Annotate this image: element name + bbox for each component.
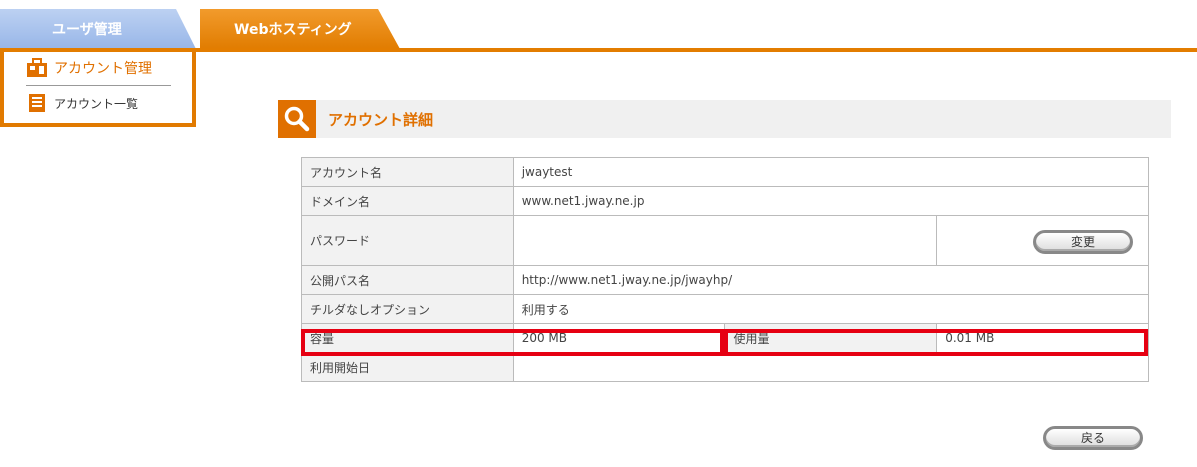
- tab-label: Webホスティング: [234, 22, 352, 38]
- start-date-value: [512, 352, 1150, 382]
- start-date-label: 利用開始日: [301, 352, 514, 382]
- tilde-option-label: チルダなしオプション: [301, 294, 514, 324]
- briefcase-icon: [26, 58, 48, 78]
- tab-user-management[interactable]: ユーザ管理: [0, 9, 196, 49]
- domain-label: ドメイン名: [301, 186, 514, 216]
- tilde-option-value: 利用する: [512, 294, 1150, 324]
- account-name-label: アカウント名: [301, 157, 514, 187]
- table-row: アカウント名 jwaytest: [301, 157, 1150, 187]
- list-icon: [26, 93, 48, 113]
- sidebar: アカウント管理 アカウント一覧: [0, 52, 196, 127]
- back-button[interactable]: 戻る: [1043, 426, 1143, 450]
- tab-bar: ユーザ管理 Webホスティング: [0, 0, 1197, 52]
- public-path-label: 公開パス名: [301, 265, 514, 295]
- tab-label: ユーザ管理: [52, 22, 122, 38]
- table-row: チルダなしオプション 利用する: [301, 294, 1150, 324]
- password-value: [512, 215, 938, 266]
- sidebar-heading-label: アカウント管理: [54, 61, 152, 77]
- usage-highlight: [724, 329, 1148, 356]
- sidebar-divider: [26, 85, 171, 86]
- section-header: アカウント詳細: [278, 100, 1171, 138]
- sidebar-heading[interactable]: アカウント管理: [26, 58, 152, 78]
- table-row: ドメイン名 www.net1.jway.ne.jp: [301, 186, 1150, 216]
- domain-value: www.net1.jway.ne.jp: [512, 186, 1150, 216]
- public-path-value: http://www.net1.jway.ne.jp/jwayhp/: [512, 265, 1150, 295]
- tab-web-hosting[interactable]: Webホスティング: [200, 9, 400, 49]
- account-name-value: jwaytest: [512, 157, 1150, 187]
- search-icon: [278, 100, 316, 138]
- table-row: 公開パス名 http://www.net1.jway.ne.jp/jwayhp/: [301, 265, 1150, 295]
- page-title: アカウント詳細: [328, 110, 434, 129]
- sidebar-item-account-list[interactable]: アカウント一覧: [26, 93, 138, 113]
- capacity-highlight: [301, 329, 724, 356]
- sidebar-item-label: アカウント一覧: [54, 96, 139, 111]
- table-row: 利用開始日: [301, 352, 1150, 382]
- table-row: パスワード: [301, 215, 1149, 266]
- change-password-button[interactable]: 変更: [1033, 230, 1133, 254]
- password-label: パスワード: [301, 215, 514, 266]
